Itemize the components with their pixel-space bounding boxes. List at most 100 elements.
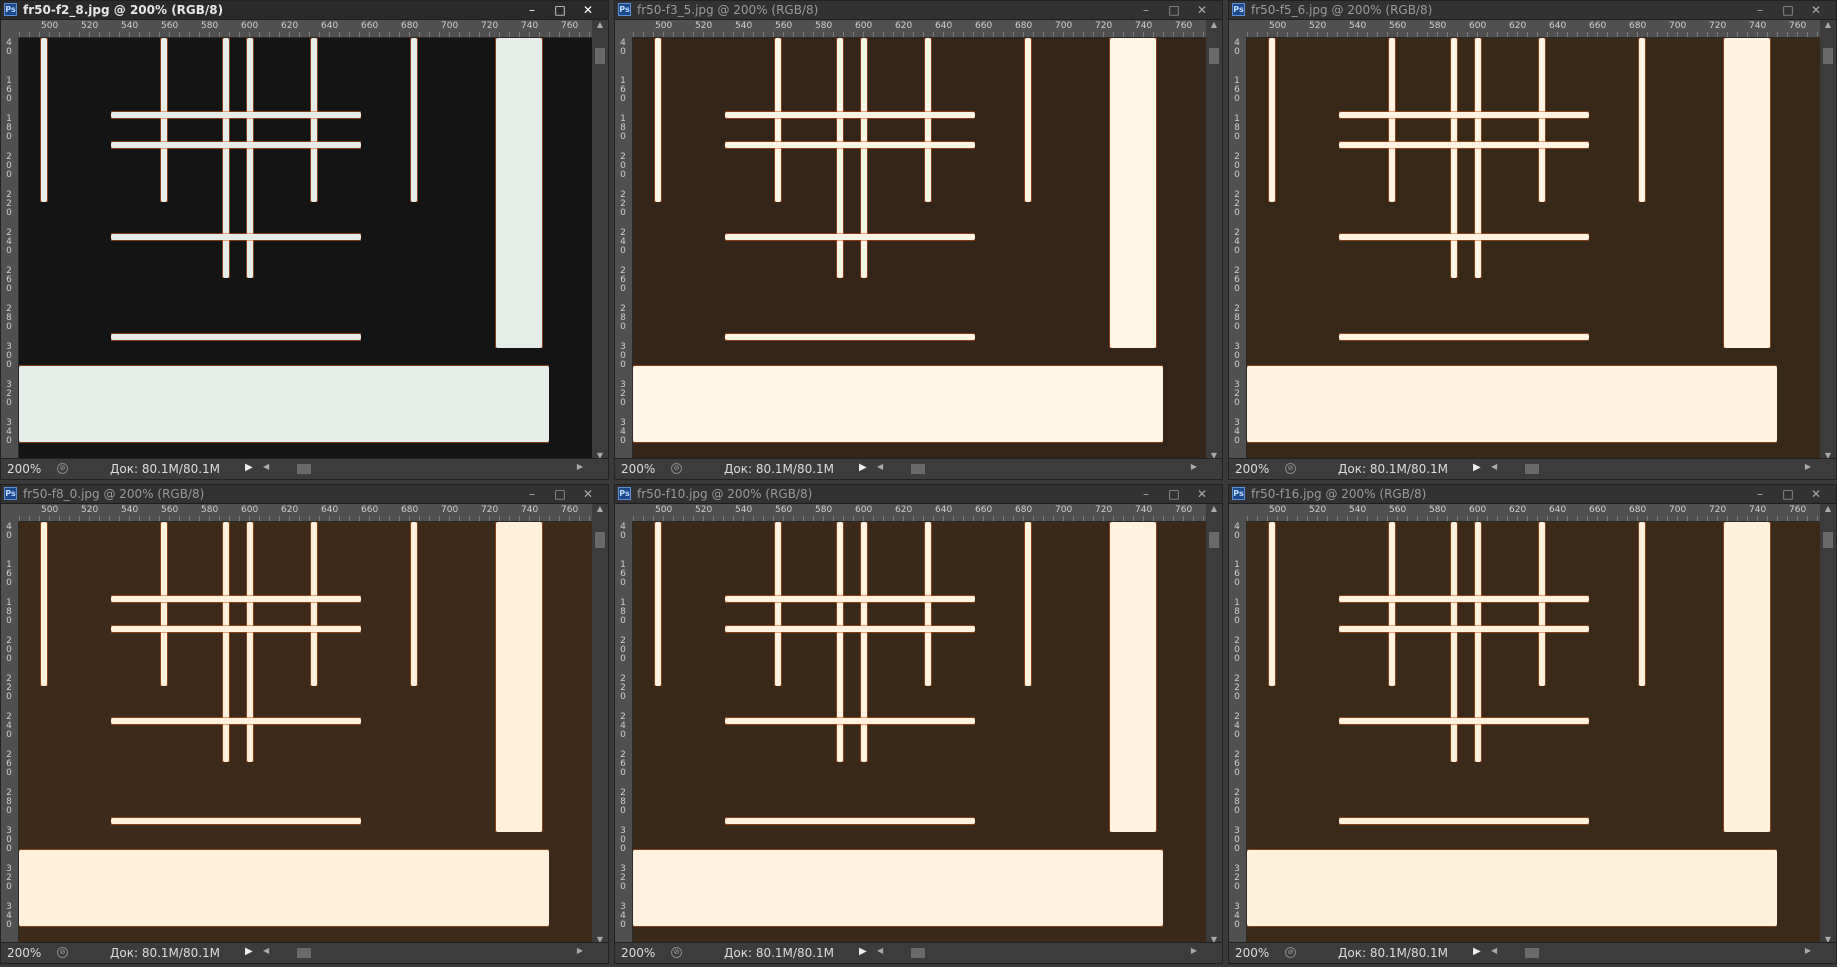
scroll-left-icon[interactable]: ◀	[1491, 462, 1497, 471]
scroll-right-icon[interactable]: ▶	[1805, 462, 1811, 471]
horizontal-scroll-thumb[interactable]	[297, 464, 311, 474]
vertical-scroll-thumb[interactable]	[1209, 532, 1219, 548]
close-icon[interactable]: ✕	[1802, 1, 1830, 19]
maximize-icon[interactable]: □	[1774, 1, 1802, 19]
window-titlebar[interactable]: Ps fr50-f8_0.jpg @ 200% (RGB/8) – □ ✕	[1, 485, 608, 504]
document-window[interactable]: Ps fr50-f5_6.jpg @ 200% (RGB/8) – □ ✕ 50…	[1228, 0, 1837, 480]
scroll-up-icon[interactable]: ▲	[592, 20, 608, 29]
vertical-scrollbar[interactable]: ▲ ▼	[592, 20, 608, 460]
window-titlebar[interactable]: Ps fr50-f3_5.jpg @ 200% (RGB/8) – □ ✕	[615, 1, 1222, 20]
horizontal-scrollbar[interactable]: ◀ ▶	[1491, 946, 1811, 960]
scroll-up-icon[interactable]: ▲	[1820, 504, 1836, 513]
document-window[interactable]: Ps fr50-f16.jpg @ 200% (RGB/8) – □ ✕ 500…	[1228, 484, 1837, 964]
document-window[interactable]: Ps fr50-f2_8.jpg @ 200% (RGB/8) – □ ✕ 50…	[0, 0, 609, 480]
minimize-icon[interactable]: –	[1746, 1, 1774, 19]
horizontal-scrollbar[interactable]: ◀ ▶	[263, 946, 583, 960]
ruler-horizontal[interactable]: 500 520 540 560 580 600 620 640 660 680 700 720 740 7…	[633, 20, 1207, 38]
ruler-horizontal[interactable]: 500 520 540 560 580 600 620 640 660 680 700 720 740 7…	[19, 20, 593, 38]
maximize-icon[interactable]: □	[1774, 485, 1802, 503]
status-menu-arrow-icon[interactable]: ▶	[245, 946, 253, 957]
vertical-scrollbar[interactable]: ▲ ▼	[592, 504, 608, 944]
scroll-left-icon[interactable]: ◀	[877, 462, 883, 471]
zoom-level[interactable]: 200%	[7, 946, 41, 960]
minimize-icon[interactable]: –	[518, 1, 546, 19]
horizontal-scrollbar[interactable]: ◀ ▶	[1491, 462, 1811, 476]
close-icon[interactable]: ✕	[574, 485, 602, 503]
ruler-vertical[interactable]: 4 0 1 6 0 1 8 0 2 0 0 2 2 0 2 4 0 2 6 0 2 8 0 3 …	[1, 37, 19, 460]
document-window[interactable]: Ps fr50-f10.jpg @ 200% (RGB/8) – □ ✕ 500…	[614, 484, 1223, 964]
scroll-left-icon[interactable]: ◀	[1491, 946, 1497, 955]
zoom-level[interactable]: 200%	[1235, 946, 1269, 960]
maximize-icon[interactable]: □	[546, 485, 574, 503]
ruler-vertical[interactable]: 4 0 1 6 0 1 8 0 2 0 0 2 2 0 2 4 0 2 6 0 2 8 0 3 …	[1, 521, 19, 944]
horizontal-scroll-thumb[interactable]	[911, 464, 925, 474]
zoom-level[interactable]: 200%	[7, 462, 41, 476]
scroll-left-icon[interactable]: ◀	[877, 946, 883, 955]
window-titlebar[interactable]: Ps fr50-f2_8.jpg @ 200% (RGB/8) – □ ✕	[1, 1, 608, 20]
horizontal-scroll-thumb[interactable]	[1525, 464, 1539, 474]
horizontal-scrollbar[interactable]: ◀ ▶	[263, 462, 583, 476]
zoom-info-icon[interactable]: ⊘	[1285, 463, 1296, 474]
ruler-vertical[interactable]: 4 0 1 6 0 1 8 0 2 0 0 2 2 0 2 4 0 2 6 0 2 8 0 3 …	[615, 521, 633, 944]
ruler-horizontal[interactable]: 500 520 540 560 580 600 620 640 660 680 700 720 740 7…	[633, 504, 1207, 522]
window-titlebar[interactable]: Ps fr50-f16.jpg @ 200% (RGB/8) – □ ✕	[1229, 485, 1836, 504]
scroll-right-icon[interactable]: ▶	[577, 946, 583, 955]
zoom-level[interactable]: 200%	[621, 946, 655, 960]
image-canvas[interactable]	[19, 522, 593, 944]
image-canvas[interactable]	[633, 38, 1207, 460]
minimize-icon[interactable]: –	[518, 485, 546, 503]
window-titlebar[interactable]: Ps fr50-f10.jpg @ 200% (RGB/8) – □ ✕	[615, 485, 1222, 504]
close-icon[interactable]: ✕	[1802, 485, 1830, 503]
vertical-scrollbar[interactable]: ▲ ▼	[1820, 20, 1836, 460]
ruler-horizontal[interactable]: 500 520 540 560 580 600 620 640 660 680 700 720 740 7…	[19, 504, 593, 522]
ruler-vertical[interactable]: 4 0 1 6 0 1 8 0 2 0 0 2 2 0 2 4 0 2 6 0 2 8 0 3 …	[615, 37, 633, 460]
image-canvas[interactable]	[1247, 38, 1821, 460]
ruler-horizontal[interactable]: 500 520 540 560 580 600 620 640 660 680 700 720 740 7…	[1247, 504, 1821, 522]
status-menu-arrow-icon[interactable]: ▶	[1473, 946, 1481, 957]
vertical-scrollbar[interactable]: ▲ ▼	[1820, 504, 1836, 944]
scroll-left-icon[interactable]: ◀	[263, 462, 269, 471]
scroll-up-icon[interactable]: ▲	[1206, 20, 1222, 29]
zoom-info-icon[interactable]: ⊘	[671, 463, 682, 474]
vertical-scrollbar[interactable]: ▲ ▼	[1206, 504, 1222, 944]
vertical-scroll-thumb[interactable]	[1209, 48, 1219, 64]
status-menu-arrow-icon[interactable]: ▶	[245, 462, 253, 473]
zoom-level[interactable]: 200%	[1235, 462, 1269, 476]
horizontal-scroll-thumb[interactable]	[1525, 948, 1539, 958]
horizontal-scrollbar[interactable]: ◀ ▶	[877, 946, 1197, 960]
ruler-horizontal[interactable]: 500 520 540 560 580 600 620 640 660 680 700 720 740 7…	[1247, 20, 1821, 38]
document-window[interactable]: Ps fr50-f8_0.jpg @ 200% (RGB/8) – □ ✕ 50…	[0, 484, 609, 964]
image-canvas[interactable]	[1247, 522, 1821, 944]
minimize-icon[interactable]: –	[1746, 485, 1774, 503]
zoom-level[interactable]: 200%	[621, 462, 655, 476]
scroll-left-icon[interactable]: ◀	[263, 946, 269, 955]
scroll-up-icon[interactable]: ▲	[592, 504, 608, 513]
close-icon[interactable]: ✕	[1188, 485, 1216, 503]
zoom-info-icon[interactable]: ⊘	[1285, 947, 1296, 958]
ruler-vertical[interactable]: 4 0 1 6 0 1 8 0 2 0 0 2 2 0 2 4 0 2 6 0 2 8 0 3 …	[1229, 521, 1247, 944]
horizontal-scroll-thumb[interactable]	[911, 948, 925, 958]
window-titlebar[interactable]: Ps fr50-f5_6.jpg @ 200% (RGB/8) – □ ✕	[1229, 1, 1836, 20]
minimize-icon[interactable]: –	[1132, 485, 1160, 503]
status-menu-arrow-icon[interactable]: ▶	[859, 462, 867, 473]
document-window[interactable]: Ps fr50-f3_5.jpg @ 200% (RGB/8) – □ ✕ 50…	[614, 0, 1223, 480]
maximize-icon[interactable]: □	[546, 1, 574, 19]
zoom-info-icon[interactable]: ⊘	[671, 947, 682, 958]
status-menu-arrow-icon[interactable]: ▶	[859, 946, 867, 957]
horizontal-scrollbar[interactable]: ◀ ▶	[877, 462, 1197, 476]
close-icon[interactable]: ✕	[1188, 1, 1216, 19]
scroll-right-icon[interactable]: ▶	[1191, 946, 1197, 955]
scroll-up-icon[interactable]: ▲	[1206, 504, 1222, 513]
maximize-icon[interactable]: □	[1160, 1, 1188, 19]
zoom-info-icon[interactable]: ⊘	[57, 947, 68, 958]
vertical-scroll-thumb[interactable]	[595, 532, 605, 548]
vertical-scroll-thumb[interactable]	[1823, 532, 1833, 548]
image-canvas[interactable]	[633, 522, 1207, 944]
ruler-vertical[interactable]: 4 0 1 6 0 1 8 0 2 0 0 2 2 0 2 4 0 2 6 0 2 8 0 3 …	[1229, 37, 1247, 460]
close-icon[interactable]: ✕	[574, 1, 602, 19]
horizontal-scroll-thumb[interactable]	[297, 948, 311, 958]
zoom-info-icon[interactable]: ⊘	[57, 463, 68, 474]
image-canvas[interactable]	[19, 38, 593, 460]
scroll-right-icon[interactable]: ▶	[1191, 462, 1197, 471]
scroll-right-icon[interactable]: ▶	[577, 462, 583, 471]
